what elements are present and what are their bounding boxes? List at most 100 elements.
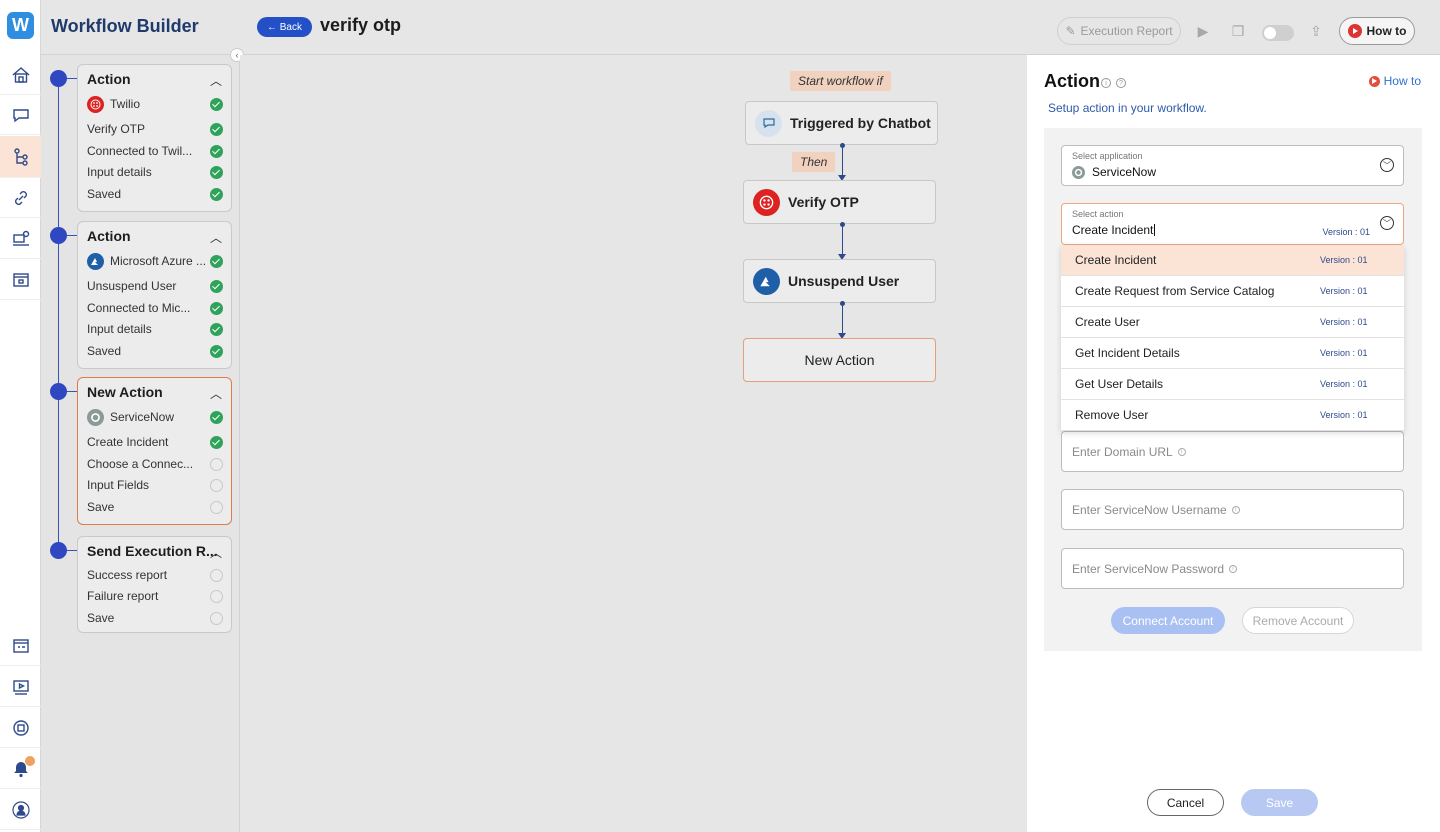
save-button[interactable]: Save [1241,789,1318,816]
back-button[interactable]: ← Back [257,17,312,37]
check-icon [210,322,223,336]
servicenow-icon [1072,165,1085,179]
step-card-send-execution-report[interactable]: Send Execution R... ︿ Success report Fai… [77,536,232,633]
chevron-up-icon[interactable]: ︿ [210,544,222,561]
play-video-icon [1368,75,1380,87]
workflow-icon[interactable] [0,136,41,178]
step-app: ServiceNow [87,408,223,426]
new-action-node[interactable]: New Action [743,338,936,382]
info-icon[interactable]: i [1101,78,1111,88]
check-icon [210,254,223,268]
twilio-icon [753,188,780,216]
check-icon [210,301,223,315]
step-title: Send Execution R... [87,543,218,559]
chevron-up-icon[interactable]: ︿ [210,385,222,402]
play-icon[interactable]: ▶ [1194,22,1212,40]
chevron-up-icon[interactable]: ︿ [210,72,222,89]
step-item: Unsuspend User [87,277,223,295]
step-item: Connected to Twil... [87,142,223,160]
info-icon: i [1229,565,1238,573]
chevron-down-icon[interactable]: ﹀ [1380,158,1394,172]
servicenow-username-input[interactable]: Enter ServiceNow Username i [1061,489,1404,530]
option-remove-user[interactable]: Remove User Version : 01 [1061,400,1404,431]
pending-icon [210,478,223,492]
verify-otp-node[interactable]: Verify OTP [743,180,936,224]
trigger-node[interactable]: Triggered by Chatbot [745,101,938,145]
step-item: Create Incident [87,433,223,451]
export-icon[interactable]: ⇪ [1307,22,1325,40]
option-create-user[interactable]: Create User Version : 01 [1061,307,1404,338]
check-icon [210,122,223,136]
step-item: Success report [87,566,223,584]
twilio-icon [87,95,104,113]
play-video-icon [1347,24,1362,38]
globe-icon[interactable] [0,708,41,748]
step-item: Choose a Connec... [87,455,223,473]
agent-desk-icon[interactable] [0,219,41,259]
profile-avatar-icon[interactable] [0,790,41,830]
integrations-link-icon[interactable] [0,178,41,218]
page-title: Workflow Builder [51,16,199,36]
option-create-request-from-service-catalog[interactable]: Create Request from Service Catalog Versi… [1061,276,1404,307]
step-card-action-azure[interactable]: Action ︿ Microsoft Azure ... Unsuspend U… [77,221,232,369]
step-marker [50,227,67,244]
step-item: Input details [87,163,223,181]
workflow-canvas[interactable]: Start workflow if Triggered by Chatbot T… [240,55,1027,832]
panel-how-to-link[interactable]: How to [1368,74,1421,88]
video-tutorial-icon[interactable] [0,667,41,707]
faq-icon[interactable] [0,626,41,666]
steps-timeline [58,79,59,551]
cancel-button[interactable]: Cancel [1147,789,1224,816]
execution-report-button[interactable]: ✎ Execution Report [1057,17,1181,45]
info-icon: i [1231,506,1240,514]
workflow-enable-toggle[interactable] [1262,25,1294,41]
step-item: Saved [87,342,223,360]
step-title: Action [87,228,131,244]
start-workflow-tag: Start workflow if [790,71,891,91]
step-title: New Action [87,384,163,400]
pending-icon [210,457,223,471]
bell-icon[interactable] [0,749,41,789]
steps-sidebar: ‹ Action ︿ Twilio Verify OTP Connected t… [41,48,244,832]
select-application-dropdown[interactable]: Select application ServiceNow ﹀ [1061,145,1404,186]
step-marker [50,383,67,400]
azure-icon [753,267,780,295]
action-setup-panel: Action i ? How to Setup action in your w… [1027,55,1440,832]
servicenow-password-input[interactable]: Enter ServiceNow Password i [1061,548,1404,589]
home-icon[interactable] [0,55,41,95]
help-icon[interactable]: ? [1116,78,1126,88]
connect-account-button[interactable]: Connect Account [1111,607,1225,634]
step-item: Verify OTP [87,120,223,138]
option-get-user-details[interactable]: Get User Details Version : 01 [1061,369,1404,400]
action-options-list: Create Incident Version : 01 Create Reque… [1061,245,1404,431]
workflow-name[interactable]: verify otp [320,15,401,36]
option-create-incident[interactable]: Create Incident Version : 01 [1061,245,1404,276]
check-icon [210,344,223,358]
copy-icon[interactable]: ❐ [1229,22,1247,40]
pending-icon [210,500,223,514]
step-card-new-action[interactable]: New Action ︿ ServiceNow Create Incident … [77,377,232,525]
step-item: Failure report [87,587,223,605]
how-to-button[interactable]: How to [1339,17,1415,45]
option-get-incident-details[interactable]: Get Incident Details Version : 01 [1061,338,1404,369]
step-marker [50,70,67,87]
chevron-down-icon[interactable]: ﹀ [1380,216,1394,230]
panel-subtitle: Setup action in your workflow. [1048,101,1207,115]
chevron-up-icon[interactable]: ︿ [210,229,222,246]
domain-url-input[interactable]: Enter Domain URL i [1061,431,1404,472]
step-app: Twilio [87,95,223,113]
step-app: Microsoft Azure ... [87,252,223,270]
marketplace-icon[interactable] [0,260,41,300]
step-marker [50,542,67,559]
remove-account-button[interactable]: Remove Account [1242,607,1354,634]
check-icon [210,97,223,111]
chatbot-icon [755,109,782,137]
nav-rail: W [0,0,41,832]
select-action-dropdown[interactable]: Select action Create Incident Version : … [1061,203,1404,245]
pending-icon [210,589,223,603]
unsuspend-user-node[interactable]: Unsuspend User [743,259,936,303]
app-logo[interactable]: W [7,12,34,39]
chat-icon[interactable] [0,95,41,135]
step-card-action-twilio[interactable]: Action ︿ Twilio Verify OTP Connected to … [77,64,232,212]
step-item: Input Fields [87,476,223,494]
